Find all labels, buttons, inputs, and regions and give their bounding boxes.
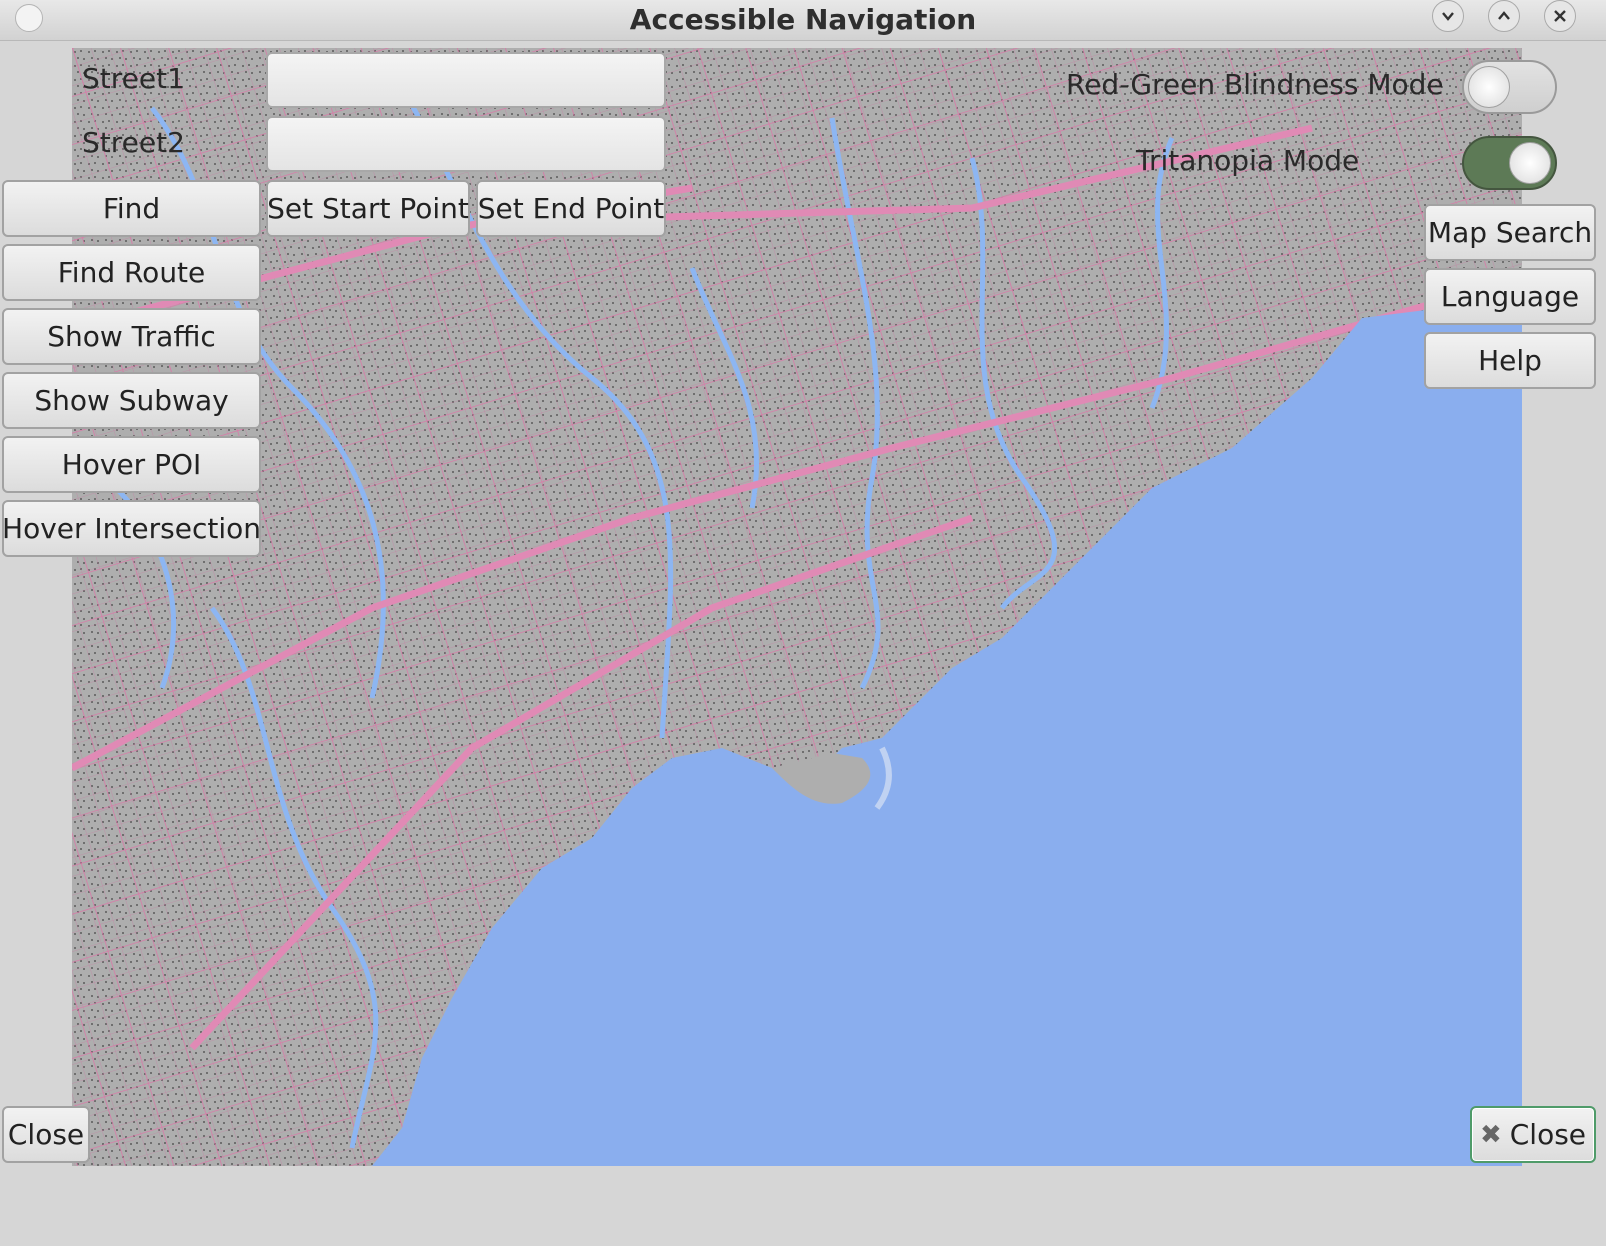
chevron-up-icon [1498,11,1510,20]
help-button[interactable]: Help [1424,332,1596,389]
street1-label: Street1 [82,62,185,95]
close-right-label: Close [1509,1118,1587,1151]
find-route-button[interactable]: Find Route [2,244,261,301]
street1-input[interactable] [266,52,666,108]
app-window: Accessible Navigation Street1 Street2 Fi… [0,0,1606,1246]
hover-intersection-button[interactable]: Hover Intersection [2,500,261,557]
window-close-button[interactable] [1544,0,1576,32]
street2-input[interactable] [266,116,666,172]
language-button[interactable]: Language [1424,268,1596,325]
status-area [0,1166,1606,1246]
street2-label: Street2 [82,126,185,159]
set-start-point-button[interactable]: Set Start Point [266,180,470,237]
minimize-button[interactable] [1432,0,1464,32]
hover-poi-button[interactable]: Hover POI [2,436,261,493]
show-traffic-button[interactable]: Show Traffic [2,308,261,365]
close-icon: ✖ [1479,1119,1502,1150]
red-green-mode-label: Red-Green Blindness Mode [1066,68,1444,101]
red-green-mode-toggle[interactable] [1462,60,1557,114]
maximize-button[interactable] [1488,0,1520,32]
titlebar: Accessible Navigation [0,0,1606,41]
tritanopia-mode-label: Tritanopia Mode [1136,144,1360,177]
tritanopia-mode-toggle[interactable] [1462,136,1557,190]
map-search-button[interactable]: Map Search [1424,204,1596,261]
chevron-down-icon [1442,12,1454,21]
close-left-button[interactable]: Close [2,1106,90,1163]
close-icon [1554,10,1566,22]
show-subway-button[interactable]: Show Subway [2,372,261,429]
set-end-point-button[interactable]: Set End Point [476,180,666,237]
find-button[interactable]: Find [2,180,261,237]
toggle-knob [1509,142,1551,184]
close-right-button[interactable]: ✖ Close [1470,1106,1596,1163]
window-title: Accessible Navigation [629,3,977,36]
toggle-knob [1468,66,1510,108]
